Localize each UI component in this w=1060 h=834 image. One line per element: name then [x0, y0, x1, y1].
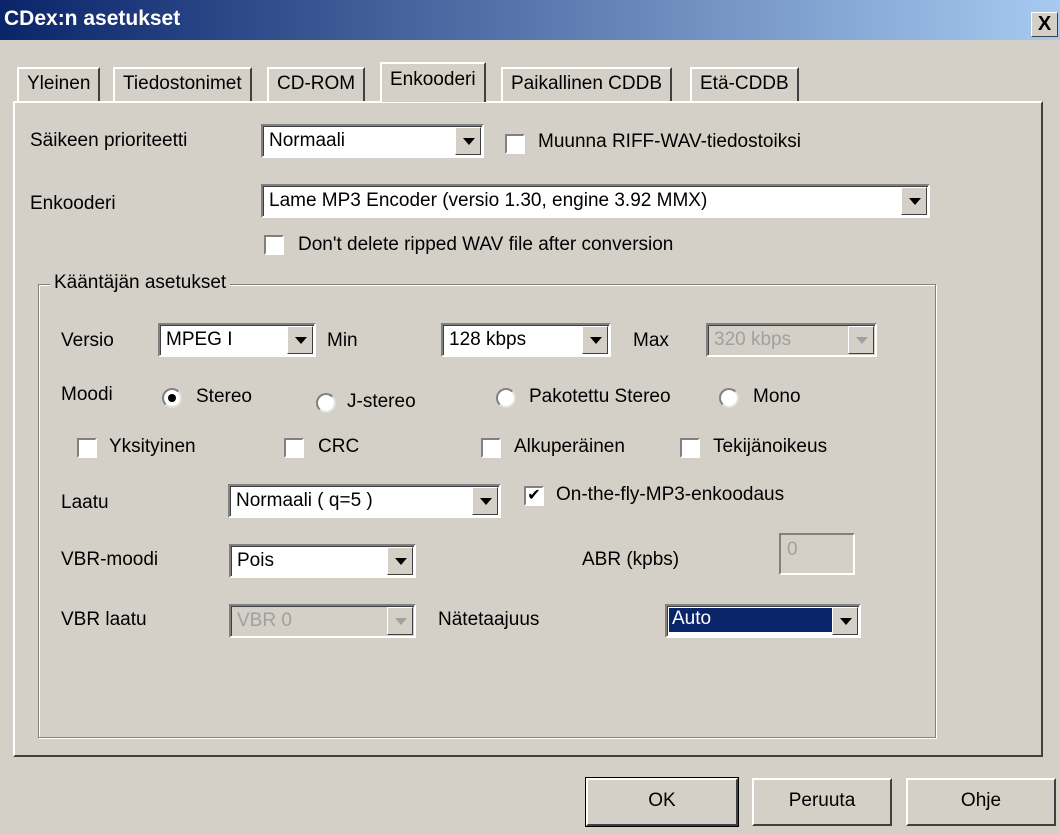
max-bitrate-value: 320 kbps [714, 329, 792, 350]
vbr-quality-value: VBR 0 [237, 610, 292, 631]
chevron-down-icon[interactable] [582, 326, 608, 354]
chevron-down-icon[interactable] [287, 326, 313, 354]
tab-enkooderi[interactable]: Enkooderi [380, 62, 486, 102]
vbr-mode-value: Pois [237, 550, 274, 571]
copyright-label: Tekijänoikeus [713, 436, 828, 457]
encoder-select[interactable]: Lame MP3 Encoder (versio 1.30, engine 3.… [261, 184, 930, 218]
original-checkbox[interactable] [481, 438, 501, 458]
tab-yleinen[interactable]: Yleinen [17, 67, 101, 101]
tab-cd-rom[interactable]: CD-ROM [267, 67, 366, 101]
chevron-down-icon[interactable] [387, 547, 413, 575]
chevron-down-icon [387, 607, 413, 635]
quality-label: Laatu [61, 492, 109, 513]
close-button[interactable]: X [1031, 12, 1058, 37]
radio-mono[interactable] [719, 388, 739, 408]
version-value: MPEG I [166, 329, 233, 350]
cancel-button[interactable]: Peruuta [752, 778, 892, 826]
radio-stereo[interactable] [162, 388, 182, 408]
vbr-quality-select[interactable]: VBR 0 [229, 604, 416, 638]
radio-mono-label: Mono [753, 386, 801, 407]
sample-rate-value: Auto [669, 608, 842, 632]
min-label: Min [327, 330, 358, 351]
crc-checkbox[interactable] [284, 438, 304, 458]
checkmark-icon: ✔ [527, 487, 541, 504]
chevron-down-icon[interactable] [832, 607, 858, 635]
thread-priority-value: Normaali [269, 130, 346, 151]
crc-label: CRC [318, 436, 360, 457]
tab-tiedostonimet[interactable]: Tiedostonimet [113, 67, 252, 101]
chevron-down-icon [848, 326, 874, 354]
thread-priority-label: Säikeen prioriteetti [30, 130, 188, 151]
sample-rate-label: Nätetaajuus [438, 609, 540, 630]
riff-wav-checkbox[interactable] [505, 134, 525, 154]
min-bitrate-select[interactable]: 128 kbps [441, 323, 611, 357]
abr-input[interactable]: 0 [779, 533, 855, 575]
ok-button[interactable]: OK [585, 777, 739, 827]
radio-j-stereo[interactable] [316, 393, 336, 413]
max-label: Max [633, 330, 669, 351]
help-button[interactable]: Ohje [906, 778, 1056, 826]
original-label: Alkuperäinen [514, 436, 625, 457]
version-label: Versio [61, 330, 114, 351]
quality-value: Normaali ( q=5 ) [236, 490, 373, 511]
min-bitrate-value: 128 kbps [449, 329, 527, 350]
radio-selected-dot [168, 394, 176, 402]
thread-priority-select[interactable]: Normaali [261, 124, 484, 158]
mode-label: Moodi [61, 384, 113, 405]
quality-select[interactable]: Normaali ( q=5 ) [228, 484, 501, 518]
radio-stereo-label: Stereo [196, 386, 252, 407]
vbr-quality-label: VBR laatu [61, 609, 147, 630]
chevron-down-icon[interactable] [901, 187, 927, 215]
group-title: Kääntäjän asetukset [50, 272, 231, 294]
encoder-label: Enkooderi [30, 193, 116, 214]
radio-forced-stereo[interactable] [496, 388, 516, 408]
tab-eta-cddb[interactable]: Etä-CDDB [690, 67, 799, 101]
copyright-checkbox[interactable] [680, 438, 700, 458]
vbr-mode-select[interactable]: Pois [229, 544, 416, 578]
version-select[interactable]: MPEG I [158, 323, 316, 357]
on-the-fly-checkbox[interactable]: ✔ [524, 486, 544, 506]
on-the-fly-label: On-the-fly-MP3-enkoodaus [556, 484, 785, 505]
sample-rate-select[interactable]: Auto [665, 604, 861, 638]
abr-label: ABR (kpbs) [582, 549, 680, 570]
riff-wav-label: Muunna RIFF-WAV-tiedostoiksi [538, 131, 801, 152]
radio-forced-stereo-label: Pakotettu Stereo [529, 386, 671, 407]
keep-wav-label: Don't delete ripped WAV file after conve… [298, 234, 674, 255]
chevron-down-icon[interactable] [472, 487, 498, 515]
vbr-mode-label: VBR-moodi [61, 549, 159, 570]
tab-paikallinen-cddb[interactable]: Paikallinen CDDB [501, 67, 673, 101]
private-label: Yksityinen [109, 436, 196, 457]
chevron-down-icon[interactable] [455, 127, 481, 155]
private-checkbox[interactable] [77, 438, 97, 458]
max-bitrate-select[interactable]: 320 kbps [706, 323, 877, 357]
window-title: CDex:n asetukset [4, 7, 181, 30]
keep-wav-checkbox[interactable] [264, 235, 284, 255]
encoder-value: Lame MP3 Encoder (versio 1.30, engine 3.… [269, 190, 708, 211]
abr-value: 0 [787, 539, 798, 560]
radio-j-stereo-label: J-stereo [347, 391, 416, 412]
